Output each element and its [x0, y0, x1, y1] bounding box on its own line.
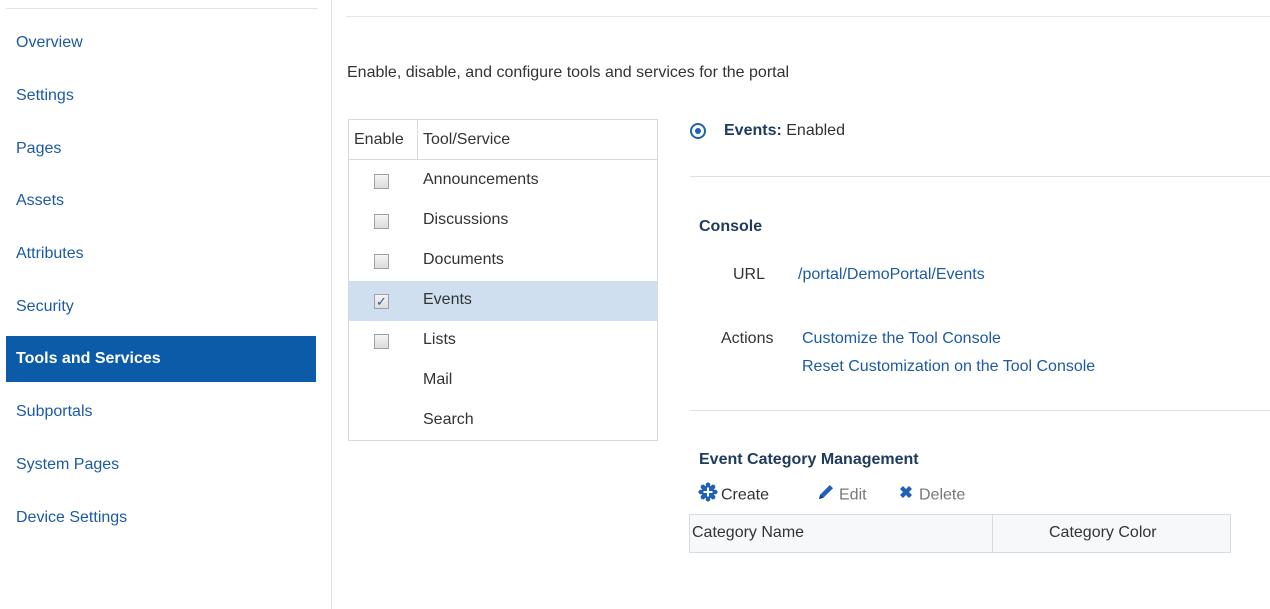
sidebar: Overview Settings Pages Assets Attribute… [0, 0, 332, 609]
category-table-header: Category Name Category Color [689, 514, 1231, 553]
edit-button[interactable]: Edit [816, 482, 867, 504]
actions-label: Actions [721, 330, 774, 347]
tool-label: Announcements [423, 171, 539, 188]
column-header-enable: Enable [354, 131, 404, 148]
tool-row-search[interactable]: Search [349, 401, 657, 441]
column-separator [992, 515, 993, 552]
delete-label: Delete [919, 486, 966, 504]
sidebar-item-attributes[interactable]: Attributes [6, 231, 316, 277]
column-separator [417, 120, 418, 160]
create-label: Create [721, 486, 770, 504]
enable-checkbox[interactable] [374, 334, 389, 349]
section-divider [690, 176, 1270, 177]
tool-status: Events: Enabled [724, 122, 845, 140]
tool-label: Search [423, 411, 474, 428]
column-header-tool-service: Tool/Service [423, 131, 511, 148]
console-url-link[interactable]: /portal/DemoPortal/Events [798, 266, 985, 284]
delete-button[interactable]: Delete [896, 482, 965, 504]
tool-name: Events: [724, 122, 782, 139]
page-description: Enable, disable, and configure tools and… [347, 64, 790, 81]
tool-label: Mail [423, 371, 453, 388]
enable-checkbox[interactable] [374, 174, 389, 189]
enable-checkbox-checked[interactable]: ✓ [374, 294, 389, 309]
sidebar-item-system-pages[interactable]: System Pages [6, 442, 316, 488]
column-header-category-name[interactable]: Category Name [692, 524, 804, 542]
tool-label: Events [423, 291, 472, 308]
sidebar-item-security[interactable]: Security [6, 284, 316, 330]
tool-status-value: Enabled [786, 122, 845, 139]
tool-label: Discussions [423, 211, 509, 228]
tools-table: Enable Tool/Service Announcements Discus… [348, 119, 658, 441]
enable-checkbox[interactable] [374, 254, 389, 269]
sidebar-item-overview[interactable]: Overview [6, 20, 316, 66]
sidebar-divider [6, 8, 318, 9]
enabled-radio-icon [690, 123, 706, 139]
create-button[interactable]: Create [698, 482, 769, 504]
tool-row-events[interactable]: ✓ Events [349, 281, 657, 321]
reset-customization-link[interactable]: Reset Customization on the Tool Console [802, 358, 1095, 376]
tool-row-mail[interactable]: Mail [349, 361, 657, 401]
tool-row-announcements[interactable]: Announcements [349, 161, 657, 201]
top-divider [346, 16, 1270, 17]
pencil-icon [816, 482, 836, 509]
create-icon [698, 482, 718, 509]
event-category-management-heading: Event Category Management [699, 451, 919, 468]
console-heading: Console [699, 218, 763, 235]
enable-checkbox[interactable] [374, 214, 389, 229]
sidebar-item-settings[interactable]: Settings [6, 73, 316, 119]
tool-row-lists[interactable]: Lists [349, 321, 657, 361]
sidebar-item-subportals[interactable]: Subportals [6, 389, 316, 435]
tool-label: Documents [423, 251, 504, 268]
delete-x-icon [896, 482, 916, 509]
tools-table-header: Enable Tool/Service [349, 120, 657, 160]
sidebar-item-tools-and-services[interactable]: Tools and Services [6, 336, 316, 382]
tool-label: Lists [423, 331, 456, 348]
customize-console-link[interactable]: Customize the Tool Console [802, 330, 1001, 348]
column-header-category-color[interactable]: Category Color [1049, 524, 1157, 542]
edit-label: Edit [839, 486, 867, 504]
tool-row-documents[interactable]: Documents [349, 241, 657, 281]
tool-row-discussions[interactable]: Discussions [349, 201, 657, 241]
url-label: URL [733, 266, 766, 283]
sidebar-item-pages[interactable]: Pages [6, 126, 316, 172]
sidebar-item-device-settings[interactable]: Device Settings [6, 495, 316, 541]
section-divider [690, 410, 1270, 411]
sidebar-item-assets[interactable]: Assets [6, 178, 316, 224]
